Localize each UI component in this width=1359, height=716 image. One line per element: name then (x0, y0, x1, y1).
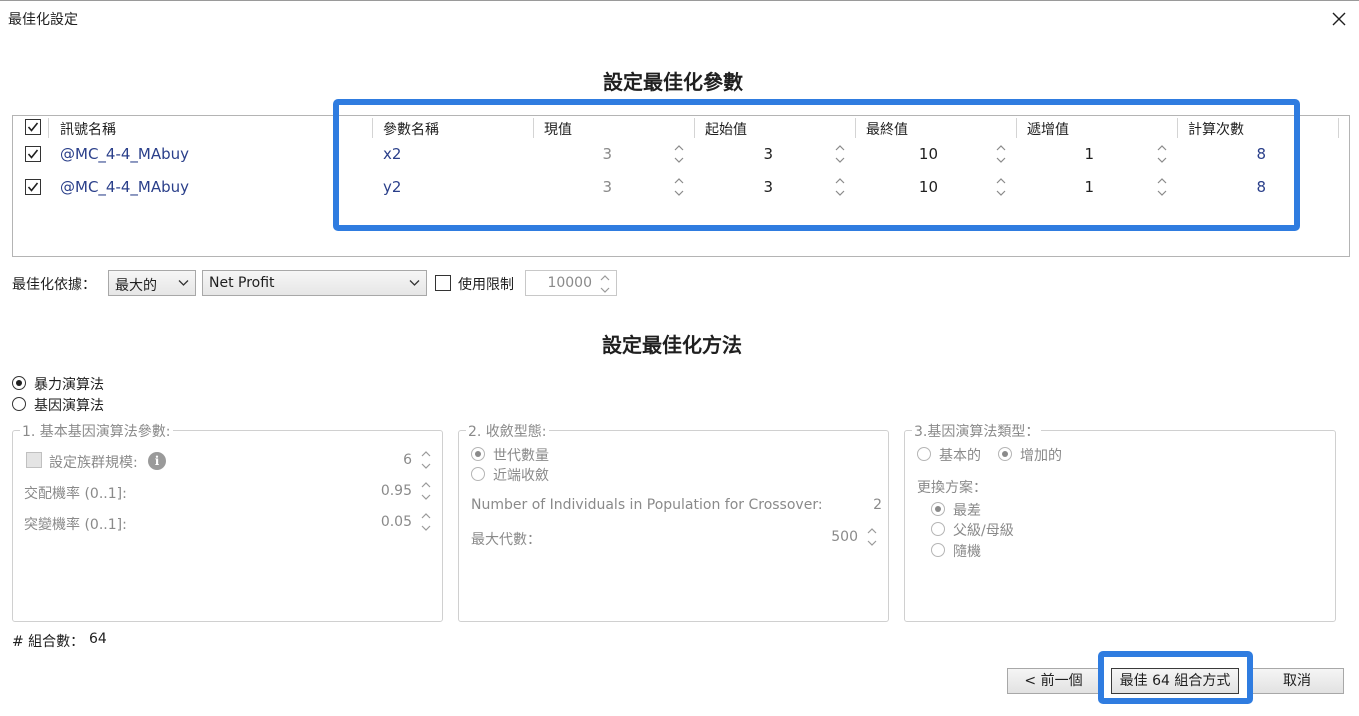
use-limit-checkbox[interactable] (435, 275, 451, 291)
params-section-title: 設定最佳化參數 (603, 70, 743, 94)
row-signal-name: @MC_4-4_MAbuy (60, 178, 190, 196)
combinations-value: 64 (89, 631, 107, 647)
genetic-label[interactable]: 基因演算法 (34, 395, 104, 415)
select-all-checkbox[interactable] (25, 119, 41, 135)
worst-radio[interactable] (931, 502, 945, 516)
generations-radio[interactable] (471, 447, 485, 461)
parent-label: 父級/母級 (953, 523, 1014, 539)
run-button-highlight-box (1098, 651, 1253, 704)
criteria-label: 最佳化依據： (12, 277, 96, 293)
row-checkbox[interactable] (25, 146, 41, 162)
row-checkbox[interactable] (25, 179, 41, 195)
individuals-value: 2 (873, 497, 882, 513)
spinner-arrows-icon[interactable] (867, 526, 877, 548)
window-top-border (0, 0, 1359, 1)
mutation-label: 突變機率 (0..1]: (24, 517, 127, 533)
ga-type-title: 3.基因演算法類型： (912, 421, 1042, 441)
column-separator (48, 118, 49, 138)
checkmark-icon (27, 182, 39, 192)
spinner-arrows-icon[interactable] (421, 480, 431, 502)
genetic-params-title: 1. 基本基因演算法參數: (20, 421, 173, 441)
combinations-label: # 組合數： (12, 634, 85, 650)
incremental-label: 增加的 (1020, 448, 1062, 464)
mutation-value[interactable]: 0.05 (350, 514, 412, 530)
genetic-radio[interactable] (12, 397, 26, 411)
basic-radio[interactable] (917, 447, 931, 461)
previous-button[interactable]: < 前一個 (1007, 668, 1100, 694)
limit-value-input[interactable]: 10000 (525, 270, 617, 296)
use-limit-label: 使用限制 (458, 277, 514, 293)
limit-value-text: 10000 (547, 275, 592, 291)
worst-label: 最差 (953, 503, 981, 519)
random-radio[interactable] (931, 543, 945, 557)
spinner-arrows-icon[interactable] (421, 511, 431, 533)
incremental-radio[interactable] (998, 447, 1012, 461)
extreme-convergence-radio[interactable] (471, 467, 485, 481)
column-separator (1338, 118, 1339, 138)
row-signal-name: @MC_4-4_MAbuy (60, 145, 190, 163)
basic-label: 基本的 (939, 448, 981, 464)
spinner-arrows-icon (600, 275, 610, 293)
direction-dropdown-value: 最大的 (115, 278, 157, 294)
generations-label: 世代數量 (493, 448, 549, 464)
max-generations-label: 最大代數： (471, 532, 541, 548)
spinner-arrows-icon[interactable] (421, 449, 431, 471)
crossover-value[interactable]: 0.95 (350, 483, 412, 499)
direction-dropdown[interactable]: 最大的 (108, 270, 196, 296)
cancel-button[interactable]: 取消 (1250, 668, 1344, 694)
close-icon (1332, 12, 1346, 26)
checkmark-icon (27, 149, 39, 159)
brute-force-radio[interactable] (12, 376, 26, 390)
checkmark-icon (27, 122, 39, 132)
window-title: 最佳化設定 (8, 12, 78, 28)
parameter-highlight-box (333, 99, 1300, 231)
max-generations-value[interactable]: 500 (800, 529, 858, 545)
random-label: 隨機 (953, 544, 981, 560)
parent-radio[interactable] (931, 522, 945, 536)
header-signal-name[interactable]: 訊號名稱 (60, 119, 116, 139)
replace-scheme-label: 更換方案： (917, 480, 987, 496)
info-icon[interactable]: i (148, 452, 166, 470)
population-checkbox[interactable] (26, 452, 42, 468)
individuals-label: Number of Individuals in Population for … (471, 497, 823, 513)
method-section-title: 設定最佳化方法 (602, 333, 742, 357)
chevron-down-icon (409, 280, 420, 286)
population-value[interactable]: 6 (350, 452, 412, 468)
population-label: 設定族群規模: (49, 455, 138, 471)
metric-dropdown-value: Net Profit (209, 275, 275, 291)
close-button[interactable] (1326, 6, 1352, 32)
metric-dropdown[interactable]: Net Profit (202, 270, 427, 296)
extreme-convergence-label: 近端收斂 (493, 468, 549, 484)
chevron-down-icon (178, 280, 189, 286)
brute-force-label[interactable]: 暴力演算法 (34, 374, 104, 394)
convergence-title: 2. 收斂型態: (466, 421, 549, 441)
crossover-label: 交配機率 (0..1]: (24, 486, 127, 502)
